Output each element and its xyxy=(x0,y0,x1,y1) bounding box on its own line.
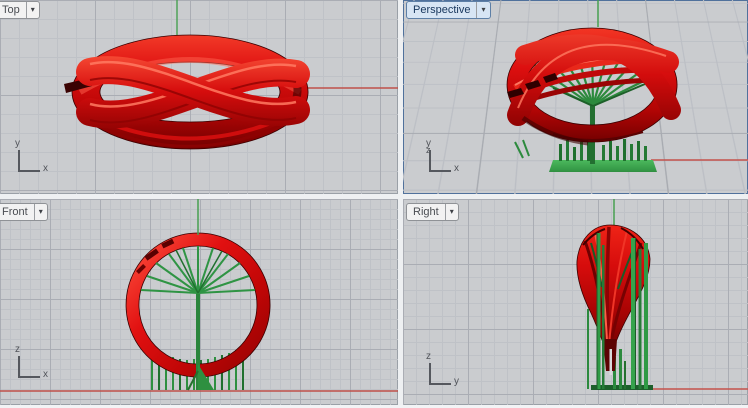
chevron-down-icon[interactable]: ▾ xyxy=(476,2,489,18)
axis-gizmo-top: y x xyxy=(14,143,58,179)
axis-line-vertical xyxy=(429,150,431,171)
viewport-perspective[interactable]: y z x Perspective ▾ xyxy=(403,0,748,194)
axis-label-x: x xyxy=(43,163,48,174)
viewport-title[interactable]: Right xyxy=(407,204,445,220)
axis-label-z: z xyxy=(426,351,431,362)
axis-line-vertical xyxy=(429,363,431,384)
viewport-top[interactable]: y x Top ▾ xyxy=(0,0,398,194)
perspective-ring[interactable] xyxy=(507,28,677,143)
axis-line-horizontal xyxy=(429,383,451,385)
viewport-title[interactable]: Front xyxy=(0,204,34,220)
axis-label-y: y xyxy=(15,138,20,149)
axis-label-x: x xyxy=(43,369,48,380)
chevron-down-icon[interactable]: ▾ xyxy=(34,204,47,220)
axis-label-y: y xyxy=(454,376,459,387)
viewport-front[interactable]: z x Front ▾ xyxy=(0,199,398,405)
axis-line-horizontal xyxy=(18,170,40,172)
axis-line-vertical xyxy=(18,150,20,171)
viewport-title[interactable]: Perspective xyxy=(407,2,476,18)
axis-gizmo-front: z x xyxy=(14,349,58,385)
viewport-tab-top[interactable]: Top ▾ xyxy=(0,1,40,19)
axis-gizmo-right: z y xyxy=(425,356,469,392)
perspective-support-base[interactable] xyxy=(549,138,657,172)
viewport-tab-perspective[interactable]: Perspective ▾ xyxy=(406,1,491,19)
model-top-view[interactable] xyxy=(0,0,398,194)
model-front-view[interactable] xyxy=(0,199,398,405)
axis-gizmo-perspective: y z x xyxy=(425,143,469,179)
viewport-right[interactable]: z y Right ▾ xyxy=(403,199,748,405)
top-crossing-strands[interactable] xyxy=(90,62,296,122)
viewport-tab-right[interactable]: Right ▾ xyxy=(406,203,459,221)
chevron-down-icon[interactable]: ▾ xyxy=(445,204,458,220)
axis-label-z: z xyxy=(15,344,20,355)
axis-label-x: x xyxy=(454,163,459,174)
axis-line-vertical xyxy=(18,356,20,377)
chevron-down-icon[interactable]: ▾ xyxy=(26,2,39,18)
viewport-title[interactable]: Top xyxy=(0,2,26,18)
rhino-four-viewport-layout: y x Top ▾ xyxy=(0,0,748,408)
axis-line-horizontal xyxy=(429,170,451,172)
axis-line-horizontal xyxy=(18,376,40,378)
viewport-tab-front[interactable]: Front ▾ xyxy=(0,203,48,221)
